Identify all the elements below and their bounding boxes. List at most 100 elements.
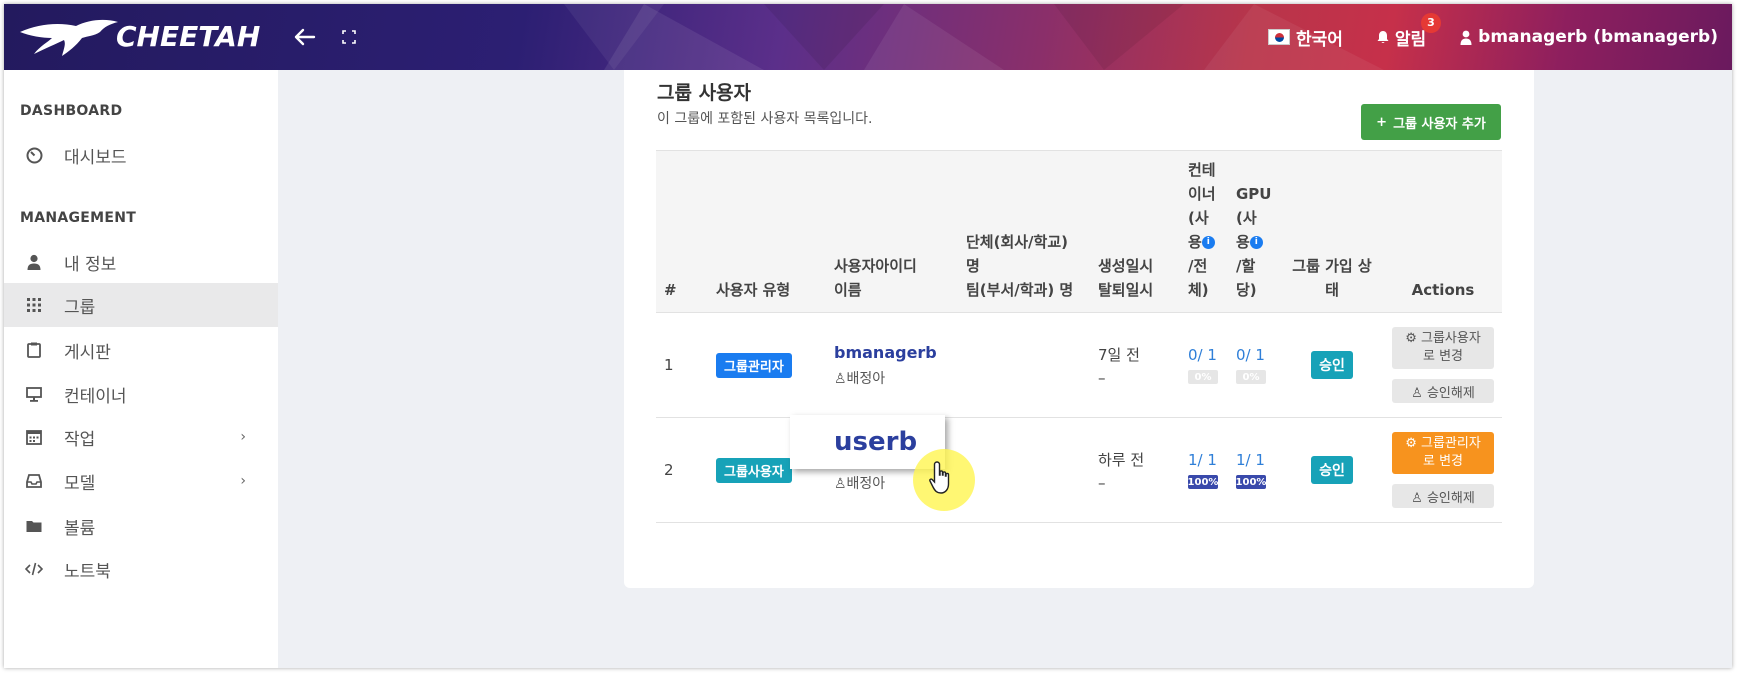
cell-status: 승인 <box>1280 312 1384 418</box>
col-header-gpu-line: (사 <box>1236 209 1257 227</box>
col-header-org-line3: 팀(부서/학과) 명 <box>966 281 1074 299</box>
cheetah-icon <box>20 19 118 56</box>
col-header-user-id: 사용자아이디 이름 <box>826 150 958 313</box>
folder-icon <box>24 516 44 536</box>
col-header-gpu: GPU (사 용i /할 당) <box>1228 150 1280 313</box>
info-icon[interactable]: i <box>1201 236 1215 249</box>
user-menu[interactable]: bmanagerb (bmanagerb) <box>1460 27 1718 47</box>
bell-icon <box>1377 31 1389 43</box>
cell-org <box>958 312 1090 418</box>
sidebar-item-label: 볼륨 <box>64 518 96 539</box>
gpu-usage-bar: 0% <box>1236 370 1266 384</box>
top-navbar: CHEETAH 한국어 알림 3 bmanagerb (bmanagerb) <box>4 4 1732 70</box>
change-to-group-admin-button[interactable]: ⚙ 그룹관리자로 변경 <box>1392 432 1494 474</box>
col-header-container: 컨테 이너 (사 용i /전 체) <box>1180 150 1228 313</box>
cell-dates: 7일 전 – <box>1090 312 1180 418</box>
button-label-line1: ⚙ 그룹관리자 <box>1405 436 1481 451</box>
col-header-container-line: (사 <box>1188 209 1209 227</box>
cell-actions: ⚙ 그룹사용자로 변경 ♙ 승인해제 <box>1384 312 1502 418</box>
chevron-right-icon: › <box>240 473 246 489</box>
col-header-org-line2: 명 <box>966 257 980 275</box>
col-header-status: 그룹 가입 상 태 <box>1280 150 1384 313</box>
button-label-line1: ⚙ 그룹사용자 <box>1405 331 1481 346</box>
cell-gpu-usage: 1/ 1 100% <box>1228 417 1280 523</box>
language-selector[interactable]: 한국어 <box>1267 25 1343 50</box>
user-type-badge: 그룹사용자 <box>716 457 792 483</box>
table-row: 2 그룹사용자 userb ♙배정아 하루 전 – 1/ 1 100% <box>656 417 1502 523</box>
cell-container-usage: 1/ 1 100% <box>1180 417 1228 523</box>
sidebar-item-notebook[interactable]: 노트북 <box>4 547 278 591</box>
revoke-approval-button[interactable]: ♙ 승인해제 <box>1392 484 1494 508</box>
withdrawn-date: – <box>1098 473 1106 492</box>
col-header-user-id-line2: 이름 <box>834 281 862 299</box>
table-row: 1 그룹관리자 bmanagerb ♙배정아 7일 전 – 0/ 1 0% 0/… <box>656 312 1502 418</box>
gpu-usage-percent: 100% <box>1236 476 1266 488</box>
col-header-container-line: 컨테 <box>1188 161 1216 179</box>
sidebar-item-board[interactable]: 게시판 <box>4 328 278 372</box>
container-usage-value: 0/ 1 <box>1188 346 1217 364</box>
sidebar-item-volume[interactable]: 볼륨 <box>4 504 278 548</box>
sidebar-item-dashboard[interactable]: 대시보드 <box>4 133 278 177</box>
user-icon <box>24 252 44 272</box>
sidebar-item-container[interactable]: 컨테이너 <box>4 372 278 416</box>
sidebar-item-label: 작업 <box>64 429 96 450</box>
col-header-dates: 생성일시 탈퇴일시 <box>1090 150 1180 313</box>
col-header-status-line2: 태 <box>1325 281 1339 299</box>
col-header-org-line1: 단체(회사/학교) <box>966 233 1068 251</box>
container-usage-percent: 0% <box>1194 371 1212 383</box>
status-badge: 승인 <box>1311 456 1353 484</box>
sidebar-item-job[interactable]: 작업 › <box>4 415 278 459</box>
user-id-link[interactable]: bmanagerb <box>834 343 950 362</box>
change-to-group-user-button[interactable]: ⚙ 그룹사용자로 변경 <box>1392 327 1494 369</box>
col-header-actions: Actions <box>1384 150 1502 313</box>
gpu-usage-bar: 100% <box>1236 475 1266 489</box>
header-right-menu: 한국어 알림 3 bmanagerb (bmanagerb) <box>1267 4 1718 70</box>
sidebar-item-model[interactable]: 모델 › <box>4 459 278 503</box>
arrow-left-icon <box>294 28 316 46</box>
cell-actions: ⚙ 그룹관리자로 변경 ♙ 승인해제 <box>1384 417 1502 523</box>
col-header-no: # <box>656 150 708 313</box>
revoke-approval-button[interactable]: ♙ 승인해제 <box>1392 379 1494 403</box>
table-header-row: # 사용자 유형 사용자아이디 이름 단체(회사/학교) 명 팀(부서/학과) … <box>656 150 1502 313</box>
group-users-card: 그룹 사용자 이 그룹에 포함된 사용자 목록입니다. + 그룹 사용자 추가 … <box>624 70 1534 588</box>
col-header-container-line: 용i <box>1188 230 1220 254</box>
group-users-table: # 사용자 유형 사용자아이디 이름 단체(회사/학교) 명 팀(부서/학과) … <box>656 150 1502 523</box>
cell-container-usage: 0/ 1 0% <box>1180 312 1228 418</box>
col-header-gpu-line: /할 <box>1236 257 1256 275</box>
sidebar-item-group[interactable]: 그룹 <box>4 283 278 327</box>
hand-pointer-icon <box>929 461 950 494</box>
sidebar-item-label: 모델 <box>64 473 96 494</box>
col-header-container-line: 체) <box>1188 281 1209 299</box>
app-window: CHEETAH 한국어 알림 3 bmanagerb (bmanagerb) D… <box>4 4 1732 668</box>
sidebar-section-management: MANAGEMENT <box>20 210 137 226</box>
add-group-user-button[interactable]: + 그룹 사용자 추가 <box>1361 104 1501 140</box>
user-label: bmanagerb (bmanagerb) <box>1478 27 1718 47</box>
brand-logo[interactable]: CHEETAH <box>18 14 260 58</box>
back-arrow-button[interactable] <box>288 20 322 54</box>
sidebar-item-label: 내 정보 <box>64 254 117 275</box>
created-date: 7일 전 <box>1098 345 1140 364</box>
code-icon <box>24 559 44 579</box>
col-header-gpu-line: 당) <box>1236 281 1257 299</box>
zoomed-user-id[interactable]: userb <box>834 427 917 457</box>
created-date: 하루 전 <box>1098 450 1145 469</box>
container-usage-percent: 100% <box>1188 476 1218 488</box>
alerts-button[interactable]: 알림 3 <box>1377 12 1441 50</box>
button-label-line2: 로 변경 <box>1422 454 1463 469</box>
cell-dates: 하루 전 – <box>1090 417 1180 523</box>
col-header-gpu-line: 용i <box>1236 230 1272 254</box>
sidebar-item-label: 컨테이너 <box>64 386 127 407</box>
col-header-gpu-line: GPU <box>1236 185 1272 203</box>
korea-flag-icon <box>1267 29 1290 45</box>
user-icon <box>1460 30 1472 45</box>
sidebar-item-my-info[interactable]: 내 정보 <box>4 240 278 284</box>
cell-no: 2 <box>656 417 708 523</box>
sidebar-item-label: 노트북 <box>64 561 111 582</box>
info-icon[interactable]: i <box>1249 236 1263 249</box>
cell-no: 1 <box>656 312 708 418</box>
brand-name: CHEETAH <box>116 19 261 53</box>
card-title: 그룹 사용자 <box>657 82 752 104</box>
cell-org <box>958 417 1090 523</box>
fullscreen-button[interactable] <box>332 20 366 54</box>
button-label-line2: 로 변경 <box>1422 349 1463 364</box>
